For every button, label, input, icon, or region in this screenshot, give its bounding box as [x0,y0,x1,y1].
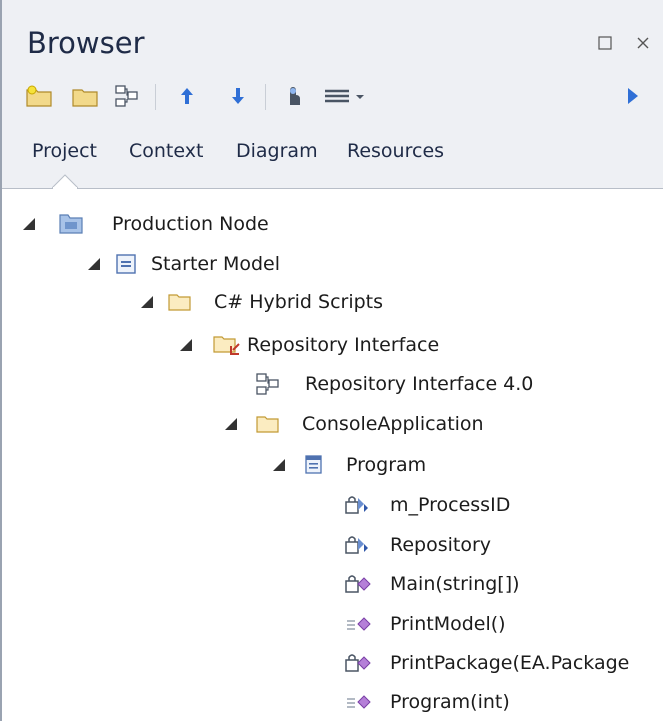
locate-button[interactable] [278,82,308,110]
title-bar: Browser [2,0,663,66]
private-operation-icon [345,575,371,593]
toolbar-separator [155,84,156,110]
tree-item-label: PrintPackage(EA.Package [390,652,630,674]
tree-item[interactable]: PrintModel() [344,607,506,641]
tree-item-label: C# Hybrid Scripts [214,291,384,313]
close-icon [637,37,649,49]
operation-icon [347,617,371,631]
browser-panel: Browser Project Context Diagram Resource… [0,0,663,721]
tree-item-label: Program [346,454,427,476]
expanded-icon[interactable] [224,417,238,431]
tree-item-label: PrintModel() [390,613,506,635]
tree-item-label: Program(int) [390,691,510,713]
private-attribute-icon [345,496,368,514]
toolbar-separator [265,84,266,110]
new-diagram-button[interactable] [112,82,142,110]
restore-button[interactable] [596,34,614,52]
locate-icon [290,87,300,105]
restore-icon [598,36,612,50]
tree-item[interactable]: Production Node [22,207,269,241]
tab-bar: Project Context Diagram Resources [2,126,663,189]
diagram-icon [115,85,138,107]
expanded-icon[interactable] [22,217,36,231]
tab-context[interactable]: Context [129,140,203,162]
tab-project[interactable]: Project [32,140,97,162]
tree-item[interactable]: Repository [344,528,491,562]
tree-item-label: Repository [390,534,492,556]
package-folder-icon [256,416,279,433]
expanded-icon[interactable] [179,338,193,352]
tree-item-label: Repository Interface [247,334,440,356]
more-button[interactable] [618,82,648,110]
new-folder-icon [26,85,52,107]
tree-item-label: Production Node [112,213,269,235]
tree-item[interactable]: Main(string[]) [344,567,520,601]
tree-item-label: ConsoleApplication [302,413,484,435]
package-folder-linked-icon [213,336,240,355]
package-folder-icon [168,294,191,311]
open-folder-button[interactable] [70,82,100,110]
expanded-icon[interactable] [140,295,154,309]
close-button[interactable] [634,34,652,52]
attribute-icon [345,536,368,554]
move-down-icon [232,88,244,104]
menu-icon [325,89,364,103]
model-root-icon [59,214,83,234]
project-tree: Production Node Starter Model C# Hybrid … [2,189,663,721]
tab-resources[interactable]: Resources [347,140,444,162]
tree-item[interactable]: Program [272,448,426,482]
tab-diagram[interactable]: Diagram [236,140,318,162]
operation-icon [347,695,371,709]
private-operation-icon [345,654,371,672]
move-up-icon [181,88,193,104]
tree-item-label: m_ProcessID [390,494,511,516]
tree-item[interactable]: Program(int) [344,685,510,719]
tree-item[interactable]: PrintPackage(EA.Package [344,646,629,680]
class-icon [305,455,322,474]
tree-item[interactable]: C# Hybrid Scripts [140,285,383,319]
tree-item[interactable]: Repository Interface 4.0 [255,367,533,401]
tree-item[interactable]: ConsoleApplication [224,407,484,441]
expanded-icon[interactable] [272,458,286,472]
tree-item-label: Main(string[]) [390,573,520,595]
new-folder-button[interactable] [24,82,54,110]
toolbar [2,66,663,126]
tree-item-label: Repository Interface 4.0 [305,373,534,395]
move-down-button[interactable] [223,82,253,110]
tree-item[interactable]: Starter Model [87,247,280,281]
tree-item-label: Starter Model [151,253,281,275]
expanded-icon[interactable] [87,257,101,271]
tree-item[interactable]: m_ProcessID [344,488,510,522]
tree-item[interactable]: Repository Interface [179,328,439,362]
more-icon [628,88,638,104]
move-up-button[interactable] [172,82,202,110]
model-icon [116,254,136,274]
options-menu-button[interactable] [320,82,370,110]
open-folder-icon [72,89,98,107]
panel-title: Browser [27,26,145,60]
active-tab-indicator [52,174,78,189]
diagram-icon [256,373,279,395]
